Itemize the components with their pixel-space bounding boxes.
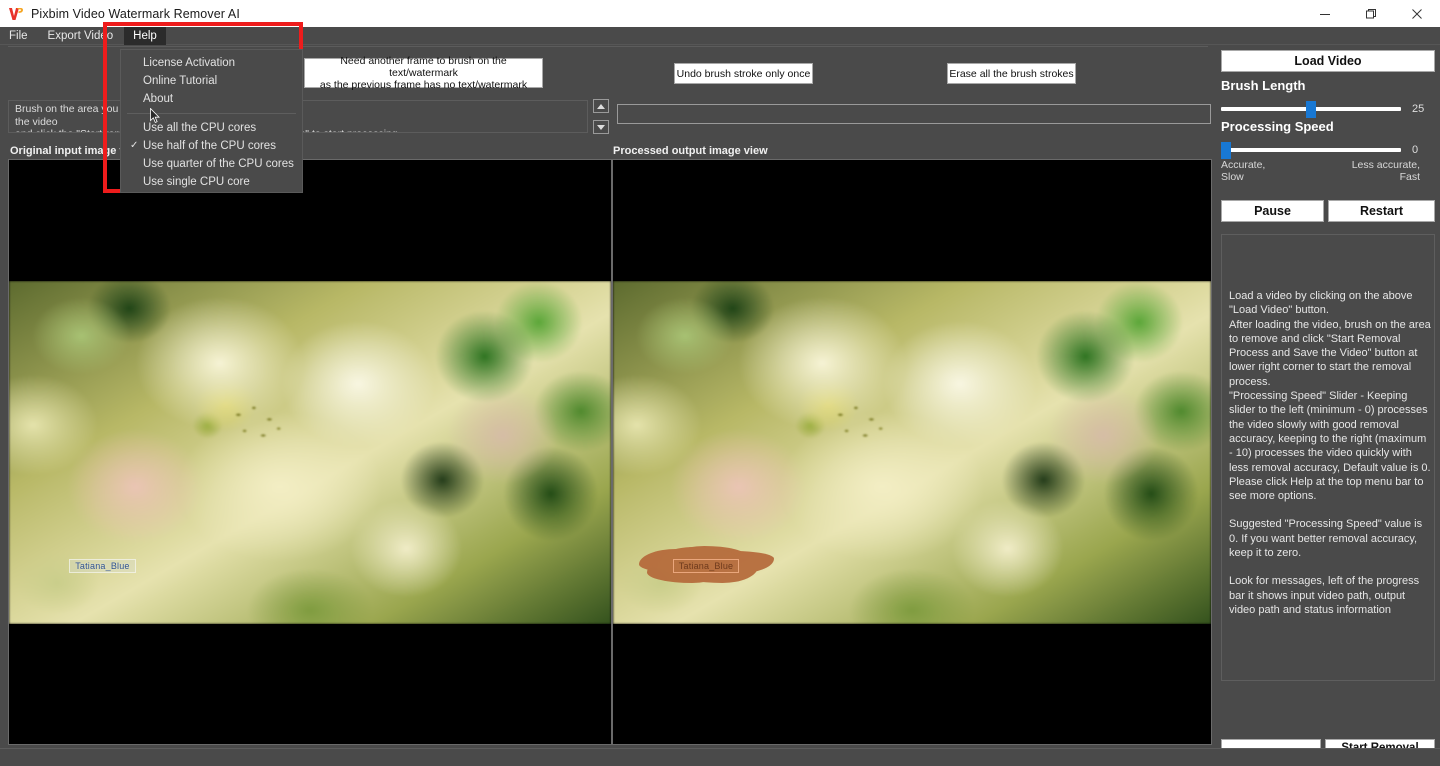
- processing-speed-max-label: Less accurate, Fast: [1336, 159, 1420, 183]
- processed-output-image-view[interactable]: Tatiana_Blue: [612, 159, 1212, 745]
- brush-length-value: 25: [1412, 103, 1425, 115]
- speed-min-line2: Slow: [1221, 171, 1244, 183]
- erase-all-brush-strokes-button[interactable]: Erase all the brush strokes: [947, 63, 1076, 84]
- video-frame-original: Tatiana_Blue: [9, 281, 611, 624]
- use-single-core-label: Use single CPU core: [143, 176, 250, 188]
- processing-speed-slider[interactable]: [1221, 141, 1401, 159]
- help-text-pane[interactable]: Load a video by clicking on the above "L…: [1221, 234, 1435, 681]
- load-video-button[interactable]: Load Video: [1221, 50, 1435, 72]
- check-icon: ✓: [130, 140, 139, 151]
- menu-option-online-tutorial[interactable]: Online Tutorial: [121, 72, 302, 90]
- help-paragraph-1: Load a video by clicking on the above "L…: [1229, 290, 1413, 317]
- menu-item-file[interactable]: File: [0, 27, 37, 45]
- menu-option-license-activation[interactable]: License Activation: [121, 54, 302, 72]
- watermark-text-processed: Tatiana_Blue: [672, 558, 740, 573]
- window-title: Pixbim Video Watermark Remover AI: [31, 6, 240, 21]
- caret-down-icon[interactable]: [593, 120, 609, 134]
- pixbim-logo-icon: [7, 5, 25, 23]
- processing-speed-slider-track: [1221, 148, 1401, 152]
- flower-stamen-detail-processed: [828, 401, 891, 448]
- status-bar: [0, 748, 1440, 766]
- processing-speed-slider-thumb[interactable]: [1221, 142, 1231, 159]
- menu-option-about[interactable]: About: [121, 90, 302, 108]
- maximize-icon[interactable]: [1348, 0, 1394, 27]
- processing-speed-label: Processing Speed: [1221, 119, 1334, 134]
- frame-spinner[interactable]: [593, 99, 609, 134]
- speed-min-line1: Accurate,: [1221, 159, 1266, 171]
- brush-length-label: Brush Length: [1221, 78, 1306, 93]
- speed-max-line2: Fast: [1399, 171, 1420, 183]
- processing-speed-value: 0: [1412, 144, 1419, 156]
- help-gap-2: [1229, 560, 1431, 574]
- application-window: Pixbim Video Watermark Remover AI File E…: [0, 0, 1440, 766]
- restart-button[interactable]: Restart: [1328, 200, 1435, 222]
- brush-length-slider[interactable]: [1221, 100, 1401, 118]
- processing-speed-min-label: Accurate, Slow: [1221, 159, 1265, 183]
- video-frame-processed: Tatiana_Blue: [613, 281, 1211, 624]
- need-frame-line2: as the previous frame has no text/waterm…: [319, 79, 528, 91]
- progress-bar: [617, 104, 1211, 124]
- use-half-cores-label: Use half of the CPU cores: [143, 140, 276, 152]
- help-dropdown-menu[interactable]: License Activation Online Tutorial About…: [120, 49, 303, 193]
- online-tutorial-label: Online Tutorial: [143, 75, 218, 87]
- help-menu-highlight-outline: License Activation Online Tutorial About…: [103, 22, 303, 193]
- close-icon[interactable]: [1394, 0, 1440, 27]
- license-activation-label: License Activation: [143, 57, 236, 69]
- help-paragraph-4: Suggested "Processing Speed" value is 0.…: [1229, 518, 1423, 560]
- help-gap-1: [1229, 503, 1431, 517]
- need-frame-line1: Need another frame to brush on the text/…: [340, 55, 507, 79]
- menu-option-use-quarter-cpu-cores[interactable]: Use quarter of the CPU cores: [121, 155, 302, 173]
- help-pane-spacer: [1229, 241, 1431, 289]
- minimize-icon[interactable]: [1302, 0, 1348, 27]
- need-another-frame-button[interactable]: Need another frame to brush on the text/…: [304, 55, 543, 91]
- pause-button[interactable]: Pause: [1221, 200, 1324, 222]
- use-quarter-cores-label: Use quarter of the CPU cores: [143, 158, 294, 170]
- flower-stamen-detail: [225, 401, 288, 448]
- menu-option-use-all-cpu-cores[interactable]: Use all the CPU cores: [121, 119, 302, 137]
- menu-option-use-half-cpu-cores[interactable]: ✓ Use half of the CPU cores: [121, 137, 302, 155]
- menu-separator: [127, 113, 296, 114]
- help-paragraph-3: "Processing Speed" Slider - Keeping slid…: [1229, 390, 1431, 503]
- caret-up-icon[interactable]: [593, 99, 609, 113]
- about-label: About: [143, 93, 174, 105]
- menu-option-use-single-cpu-core[interactable]: Use single CPU core: [121, 173, 302, 191]
- speed-max-line1: Less accurate,: [1351, 159, 1420, 171]
- use-all-cores-label: Use all the CPU cores: [143, 122, 257, 134]
- help-paragraph-2: After loading the video, brush on the ar…: [1229, 318, 1431, 388]
- right-sidebar: Load Video Brush Length 25 Processing Sp…: [1216, 45, 1440, 766]
- watermark-text: Tatiana_Blue: [69, 558, 136, 573]
- brush-length-slider-thumb[interactable]: [1306, 101, 1316, 118]
- help-paragraph-5: Look for messages, left of the progress …: [1229, 575, 1420, 616]
- original-input-image-view[interactable]: Tatiana_Blue: [8, 159, 612, 745]
- undo-brush-stroke-button[interactable]: Undo brush stroke only once: [674, 63, 813, 84]
- processed-output-view-label: Processed output image view: [613, 145, 768, 157]
- window-controls: [1302, 0, 1440, 27]
